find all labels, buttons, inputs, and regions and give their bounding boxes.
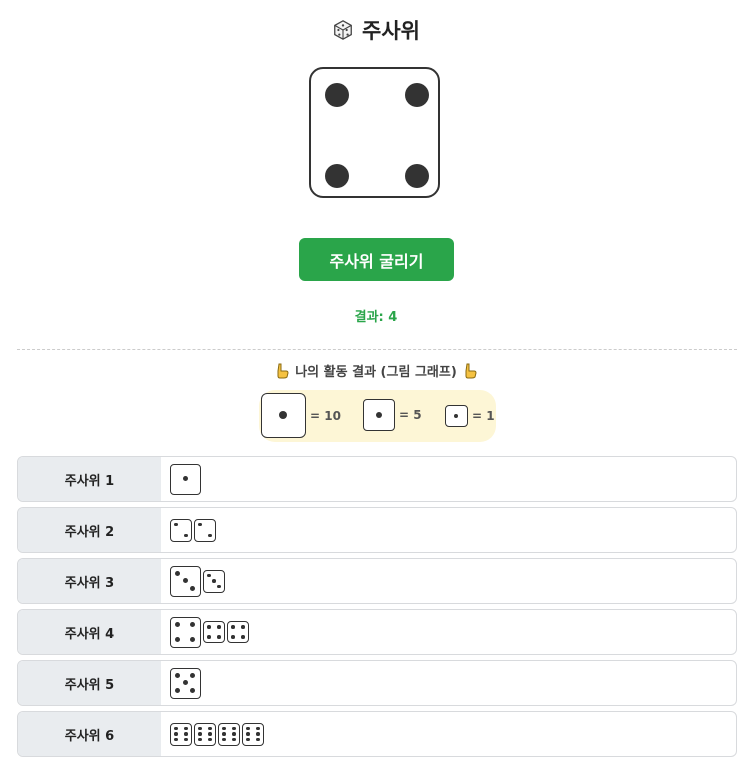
small-die-icon — [194, 722, 216, 746]
pointing-hand-icon — [465, 363, 477, 378]
row-icons — [170, 508, 216, 552]
graph-row: 주사위 2 — [17, 507, 737, 553]
graph-title: 나의 활동 결과 (그림 그래프) — [295, 365, 457, 380]
rolled-die-face — [309, 67, 440, 198]
pictograph-legend: = 10 = 5 = 1 — [259, 390, 496, 442]
legend-value: = 5 — [399, 408, 422, 422]
row-label: 주사위 1 — [18, 457, 161, 501]
medium-die-icon — [170, 565, 201, 597]
row-icons — [170, 610, 249, 654]
row-icons — [170, 661, 201, 705]
roll-dice-button[interactable]: 주사위 굴리기 — [299, 238, 454, 281]
small-die-icon — [194, 518, 216, 542]
die-pip — [405, 83, 429, 107]
small-die-icon — [445, 405, 468, 427]
result-text: 결과: 4 — [354, 310, 398, 325]
row-label: 주사위 3 — [18, 559, 161, 603]
legend-item-five: = 5 — [363, 399, 422, 431]
row-icons — [170, 559, 225, 603]
row-label: 주사위 5 — [18, 661, 161, 705]
row-icons — [170, 457, 201, 501]
row-label: 주사위 2 — [18, 508, 161, 552]
page-title: 주사위 — [362, 19, 420, 43]
graph-row: 주사위 3 — [17, 558, 737, 604]
medium-die-icon — [363, 399, 395, 431]
graph-row: 주사위 5 — [17, 660, 737, 706]
dice-icon — [334, 20, 352, 40]
graph-row: 주사위 4 — [17, 609, 737, 655]
legend-value: = 1 — [472, 409, 495, 423]
die-pip — [325, 164, 349, 188]
row-label: 주사위 4 — [18, 610, 161, 654]
small-die-icon — [170, 518, 192, 542]
row-icons — [170, 712, 264, 756]
pointing-hand-icon — [277, 363, 289, 378]
legend-item-one: = 1 — [445, 405, 495, 427]
graph-title-wrap: 나의 활동 결과 (그림 그래프) — [0, 361, 752, 380]
graph-row: 주사위 1 — [17, 456, 737, 502]
section-divider — [17, 349, 737, 350]
small-die-icon — [218, 722, 240, 746]
die-pip — [405, 164, 429, 188]
large-die-icon — [261, 393, 306, 438]
medium-die-icon — [170, 667, 201, 699]
small-die-icon — [227, 621, 249, 643]
die-pip — [325, 83, 349, 107]
small-die-icon — [170, 722, 192, 746]
row-label: 주사위 6 — [18, 712, 161, 756]
small-die-icon — [242, 722, 264, 746]
page-title-wrap: 주사위 — [0, 15, 752, 45]
medium-die-icon — [170, 463, 201, 495]
legend-item-ten: = 10 — [261, 393, 341, 438]
medium-die-icon — [170, 616, 201, 648]
small-die-icon — [203, 569, 225, 593]
graph-row: 주사위 6 — [17, 711, 737, 757]
small-die-icon — [203, 621, 225, 643]
legend-value: = 10 — [310, 408, 341, 423]
